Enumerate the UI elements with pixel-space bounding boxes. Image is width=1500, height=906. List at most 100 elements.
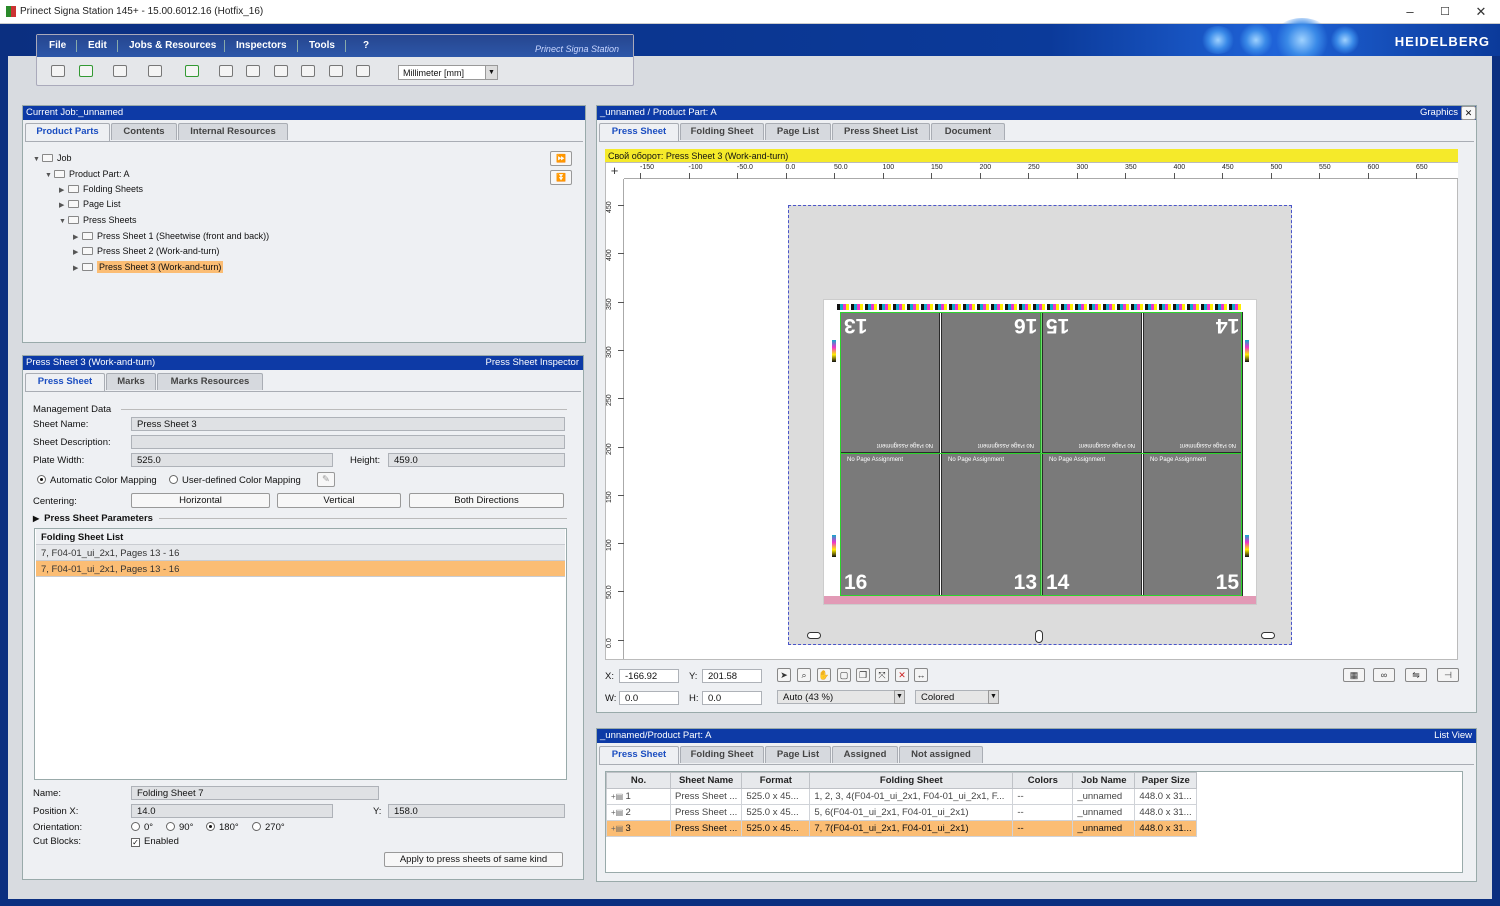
tab-press-sheet[interactable]: Press Sheet: [599, 746, 679, 764]
center-guide-handle-icon[interactable]: [1035, 630, 1043, 643]
refresh-icon[interactable]: [79, 65, 93, 77]
plate-width-field[interactable]: 525.0: [131, 453, 333, 467]
split-icon[interactable]: ⊣: [1437, 668, 1459, 682]
page-tile-top[interactable]: 15 No Page Assignment: [1042, 312, 1142, 453]
page-tile-bottom[interactable]: No Page Assignment 14: [1042, 453, 1142, 596]
list-item[interactable]: 7, F04-01_ui_2x1, Pages 13 - 16: [36, 561, 565, 577]
tab-internal-resources[interactable]: Internal Resources: [178, 123, 288, 140]
page-tool-icon[interactable]: [246, 65, 260, 77]
color-mode-select[interactable]: Colored ▼: [915, 690, 999, 704]
tree-node-folding-sheets[interactable]: ▶ Folding Sheets: [59, 184, 143, 194]
press-sheet-canvas[interactable]: -150 -100 -50.0 0.0 50.0 100 150 200 250 300 350 40…: [605, 162, 1458, 660]
frame-icon[interactable]: ▢: [837, 668, 851, 682]
apply-same-kind-button[interactable]: Apply to press sheets of same kind: [384, 852, 563, 867]
x-field[interactable]: -166.92: [619, 669, 679, 683]
menu-help[interactable]: ?: [363, 40, 369, 51]
chevron-down-icon[interactable]: ▼: [485, 65, 498, 80]
tab-not-assigned[interactable]: Not assigned: [899, 746, 983, 763]
column-header-sheet-name[interactable]: Sheet Name: [669, 772, 743, 789]
paper-area[interactable]: 13 No Page Assignment 16 No Page Assignm…: [788, 205, 1292, 645]
measure-icon[interactable]: ↔: [914, 668, 928, 682]
tree-node-page-list[interactable]: ▶ Page List: [59, 199, 121, 209]
tab-press-sheet-list[interactable]: Press Sheet List: [832, 123, 930, 140]
tab-assigned[interactable]: Assigned: [832, 746, 898, 763]
column-header-no[interactable]: No.: [606, 772, 671, 789]
close-graphics-button[interactable]: ✕: [1461, 106, 1476, 120]
y-field[interactable]: 201.58: [702, 669, 762, 683]
tab-product-parts[interactable]: Product Parts: [25, 123, 110, 141]
fit-icon[interactable]: ⤧: [875, 668, 889, 682]
side-guide-handle-icon[interactable]: [1261, 632, 1275, 639]
center-horizontal-button[interactable]: Horizontal: [131, 493, 270, 508]
output-icon[interactable]: [185, 65, 199, 77]
tab-marks[interactable]: Marks: [106, 373, 156, 390]
cut-blocks-checkbox[interactable]: ✓ Enabled: [131, 836, 179, 847]
tree-node-job[interactable]: ▼ Job: [33, 153, 72, 163]
tab-press-sheet[interactable]: Press Sheet: [25, 373, 105, 391]
tab-press-sheet[interactable]: Press Sheet: [599, 123, 679, 141]
orientation-270-radio[interactable]: 270°: [252, 822, 285, 833]
chevron-down-icon[interactable]: ▼: [894, 690, 905, 704]
zoom-icon[interactable]: ⌕: [797, 668, 811, 682]
menu-file[interactable]: File: [49, 40, 66, 51]
sheet-description-field[interactable]: [131, 435, 565, 449]
menu-jobs-resources[interactable]: Jobs & Resources: [129, 40, 216, 51]
height-field[interactable]: 459.0: [388, 453, 565, 467]
column-header-paper-size[interactable]: Paper Size: [1134, 772, 1198, 789]
layout-tool-icon[interactable]: [274, 65, 288, 77]
document-icon[interactable]: [356, 65, 370, 77]
page-tile-bottom[interactable]: No Page Assignment 15: [1143, 453, 1243, 596]
select-arrow-icon[interactable]: ➤: [777, 668, 791, 682]
tab-page-list[interactable]: Page List: [765, 123, 831, 140]
collapse-all-button[interactable]: ⏬: [550, 170, 572, 185]
column-header-folding-sheet[interactable]: Folding Sheet: [809, 772, 1014, 789]
chevron-down-icon[interactable]: ▼: [988, 690, 999, 704]
tree-node-press-sheet-3[interactable]: ▶ Press Sheet 3 (Work-and-turn): [73, 261, 224, 273]
page-tile-bottom[interactable]: No Page Assignment 13: [941, 453, 1041, 596]
side-guide-handle-icon[interactable]: [807, 632, 821, 639]
save-icon[interactable]: [113, 65, 127, 77]
tree-node-press-sheet-2[interactable]: ▶ Press Sheet 2 (Work-and-turn): [73, 246, 219, 256]
table-row[interactable]: +▤ 1 Press Sheet ... 525.0 x 45... 1, 2,…: [606, 788, 1198, 805]
press-sheet-parameters-toggle[interactable]: ▶ Press Sheet Parameters: [33, 513, 153, 524]
position-x-field[interactable]: 14.0: [131, 804, 333, 818]
tree-node-press-sheet-1[interactable]: ▶ Press Sheet 1 (Sheetwise (front and bac…: [73, 231, 269, 241]
copy-icon[interactable]: ❐: [856, 668, 870, 682]
menu-tools[interactable]: Tools: [309, 40, 335, 51]
delete-mark-icon[interactable]: ✕: [895, 668, 909, 682]
menu-edit[interactable]: Edit: [88, 40, 107, 51]
expand-all-button[interactable]: ⏩: [550, 151, 572, 166]
tab-marks-resources[interactable]: Marks Resources: [157, 373, 263, 390]
page-tile-top[interactable]: 14 No Page Assignment: [1143, 312, 1243, 453]
sheet-tool-icon[interactable]: [219, 65, 233, 77]
maximize-button[interactable]: ☐: [1430, 2, 1460, 22]
tab-contents[interactable]: Contents: [111, 123, 177, 140]
tree-node-product-part[interactable]: ▼ Product Part: A: [45, 169, 130, 179]
menu-inspectors[interactable]: Inspectors: [236, 40, 287, 51]
undo-icon[interactable]: [51, 65, 65, 77]
automatic-color-mapping-radio[interactable]: Automatic Color Mapping: [37, 475, 157, 486]
close-window-button[interactable]: ✕: [1466, 2, 1496, 22]
table-row[interactable]: +▤ 3 Press Sheet ... 525.0 x 45... 7, 7(…: [606, 820, 1198, 837]
pan-hand-icon[interactable]: ✋: [817, 668, 831, 682]
name-field[interactable]: Folding Sheet 7: [131, 786, 379, 800]
orientation-90-radio[interactable]: 90°: [166, 822, 193, 833]
center-vertical-button[interactable]: Vertical: [277, 493, 401, 508]
zoom-select[interactable]: Auto (43 %) ▼: [777, 690, 905, 704]
press-sheet[interactable]: 13 No Page Assignment 16 No Page Assignm…: [824, 300, 1256, 604]
column-header-format[interactable]: Format: [741, 772, 811, 789]
table-row[interactable]: +▤ 2 Press Sheet ... 525.0 x 45... 5, 6(…: [606, 804, 1198, 821]
page-tile-top[interactable]: 16 No Page Assignment: [941, 312, 1041, 453]
column-header-job-name[interactable]: Job Name: [1072, 772, 1136, 789]
tab-folding-sheet[interactable]: Folding Sheet: [680, 123, 764, 140]
position-y-field[interactable]: 158.0: [388, 804, 565, 818]
portrait-icon[interactable]: [329, 65, 343, 77]
mirror-icon[interactable]: ⇋: [1405, 668, 1427, 682]
orientation-0-radio[interactable]: 0°: [131, 822, 153, 833]
ruler-origin-icon[interactable]: +: [607, 164, 622, 178]
h-field[interactable]: 0.0: [702, 691, 762, 705]
fold-tool-icon[interactable]: [301, 65, 315, 77]
color-mapping-edit-icon[interactable]: ✎: [317, 472, 335, 487]
sheet-name-field[interactable]: Press Sheet 3: [131, 417, 565, 431]
orientation-180-radio[interactable]: 180°: [206, 822, 239, 833]
